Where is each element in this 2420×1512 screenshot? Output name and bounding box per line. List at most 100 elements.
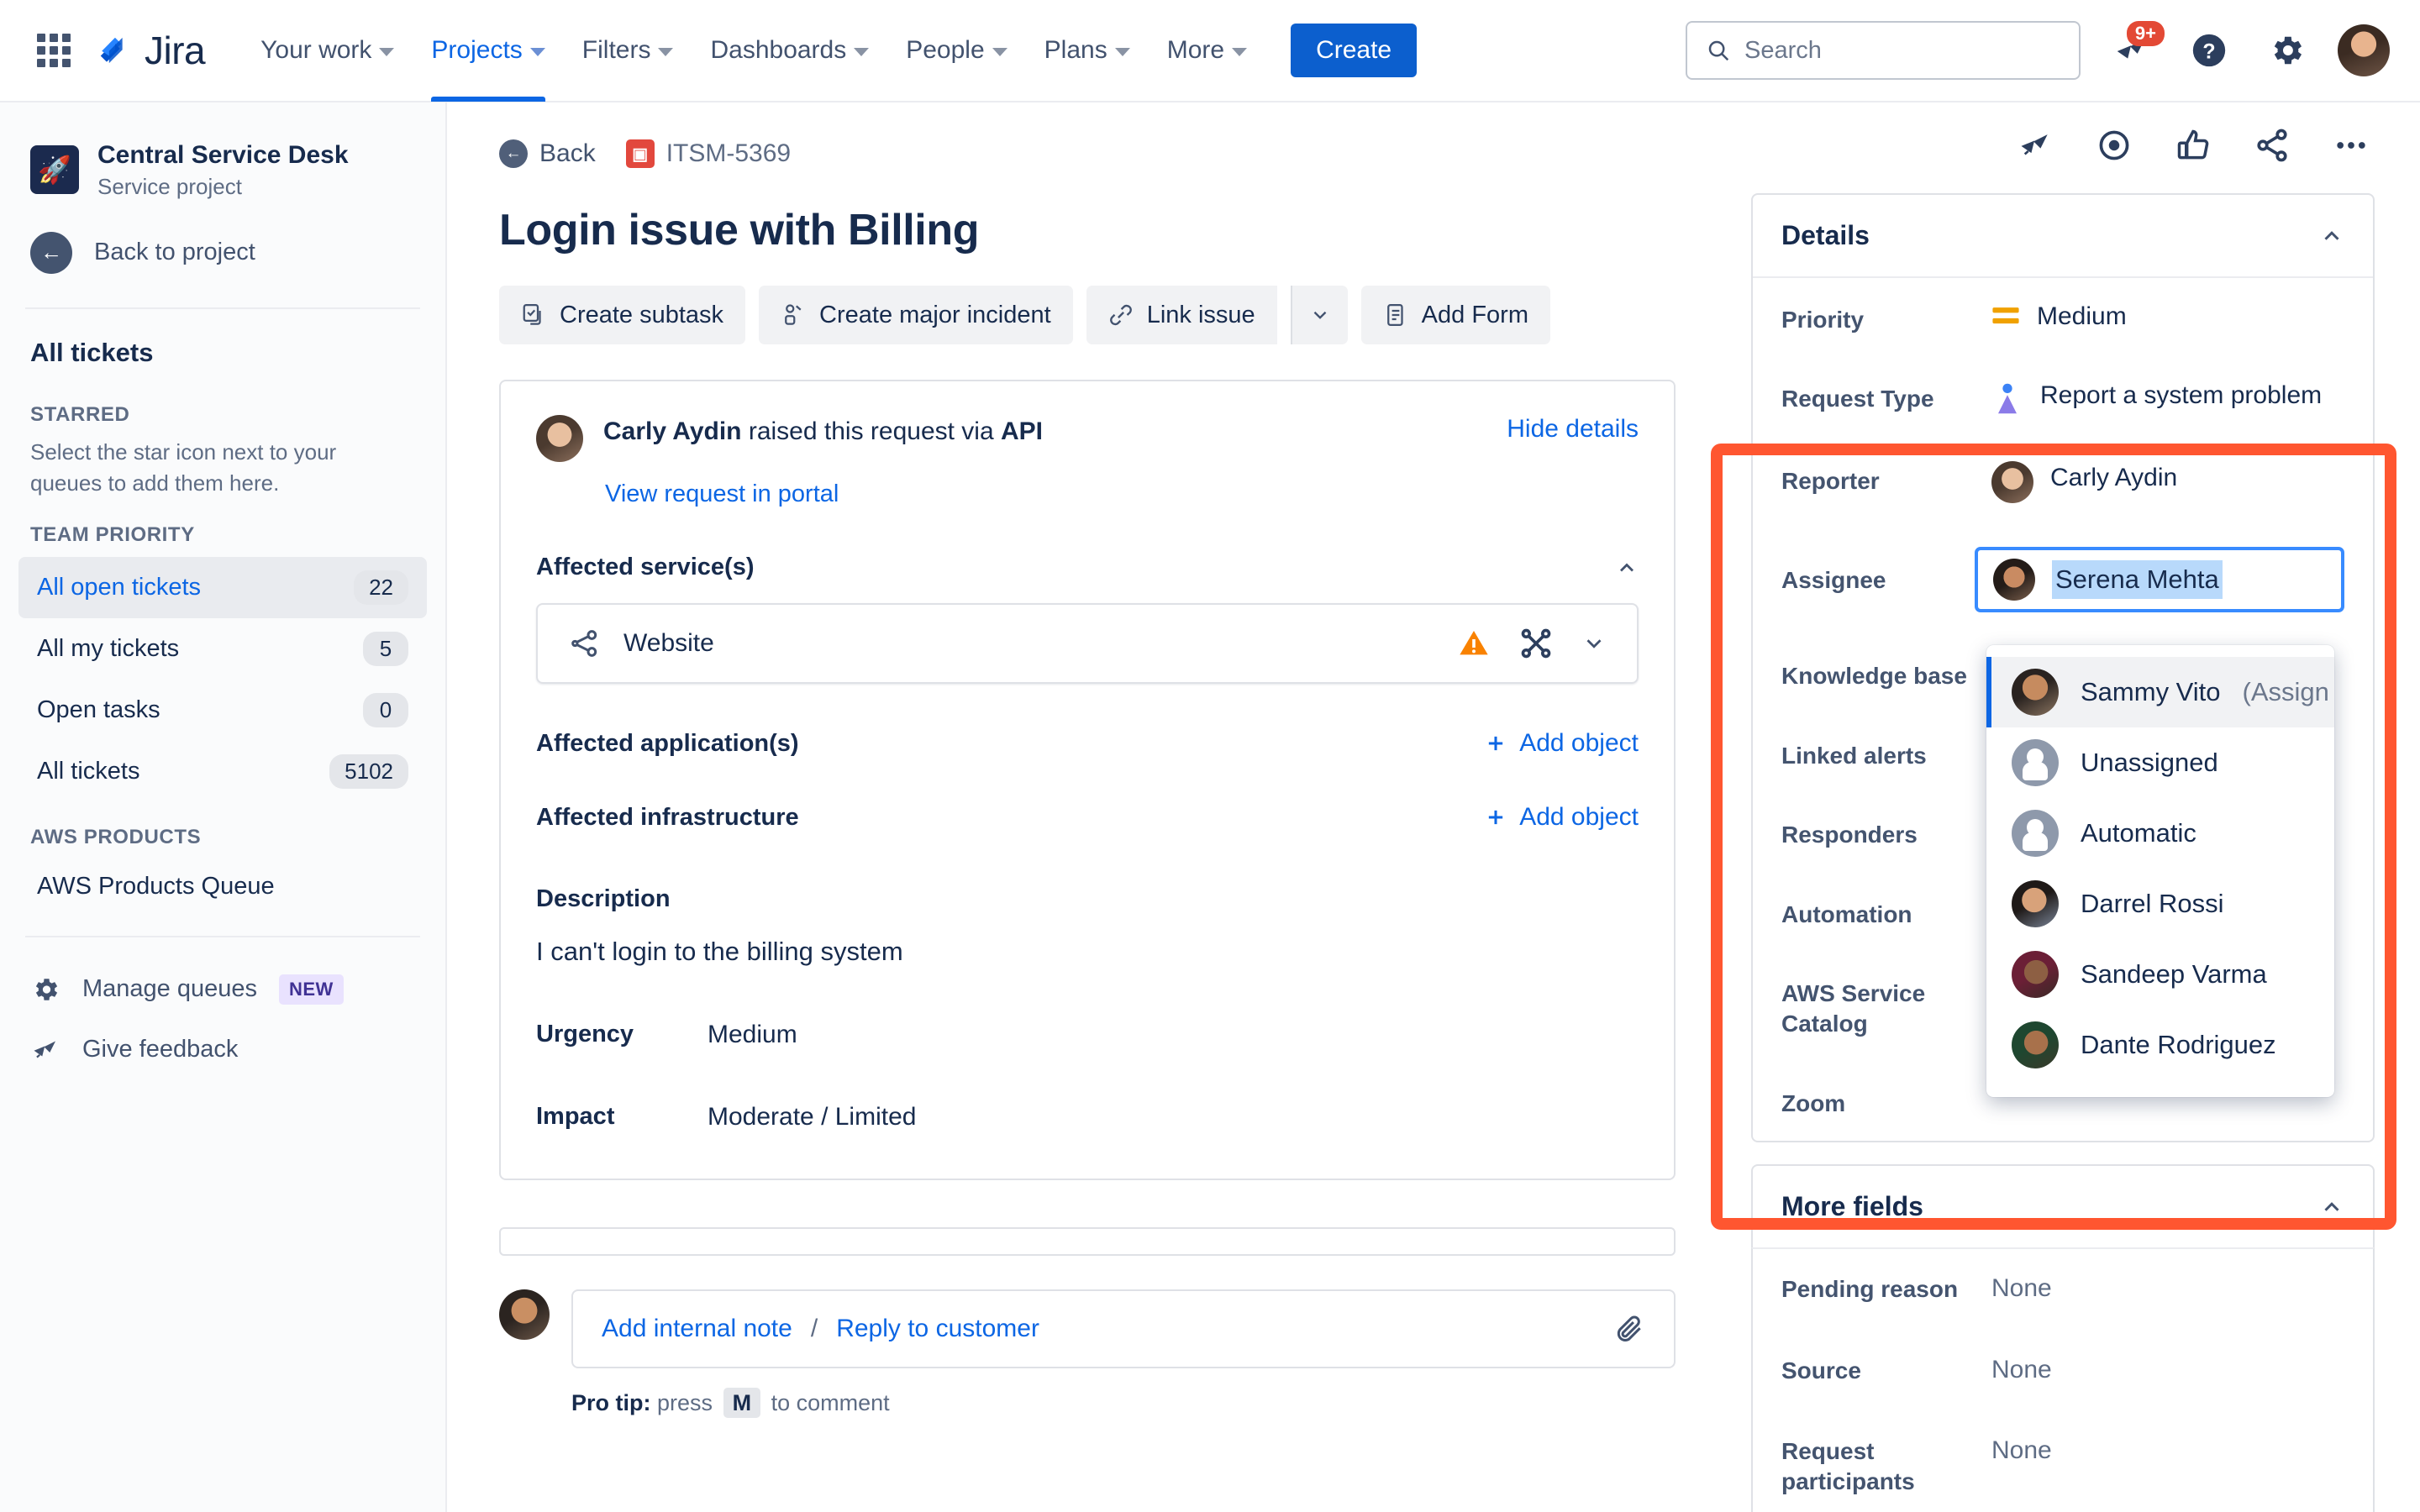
description-text[interactable]: I can't login to the billing system xyxy=(536,937,1639,967)
reporter-name: Carly Aydin xyxy=(603,417,742,445)
sidebar-all-tickets-header[interactable]: All tickets xyxy=(0,309,445,380)
jira-logo[interactable]: Jira xyxy=(96,28,206,73)
field-label-reporter: Reporter xyxy=(1781,468,1880,495)
add-form-button[interactable]: Add Form xyxy=(1360,286,1550,344)
sidebar-item-aws-products-queue[interactable]: AWS Products Queue xyxy=(18,859,427,914)
project-header[interactable]: 🚀 Central Service Desk Service project xyxy=(0,102,445,218)
link-issue-button[interactable]: Link issue xyxy=(1086,286,1277,344)
field-label-zoom: Zoom xyxy=(1781,1089,1846,1116)
incident-type-icon: ▣ xyxy=(625,139,655,168)
jira-service-desk-page: Jira Your work Projects Filters Dashboar… xyxy=(0,0,2420,1512)
hide-details-link[interactable]: Hide details xyxy=(1507,415,1639,444)
field-label-assignee: Assignee xyxy=(1781,567,1886,594)
add-internal-note-link[interactable]: Add internal note xyxy=(602,1315,792,1343)
details-panel-header[interactable]: Details xyxy=(1753,195,2373,278)
dropdown-option-darrel-rossi[interactable]: Darrel Rossi xyxy=(1986,869,2334,939)
chevron-up-icon[interactable] xyxy=(1615,556,1639,580)
left-sidebar: 🚀 Central Service Desk Service project ←… xyxy=(0,102,447,1512)
sidebar-item-give-feedback[interactable]: Give feedback xyxy=(0,1020,445,1080)
dropdown-option-automatic[interactable]: Automatic xyxy=(1986,798,2334,869)
help-button[interactable]: ? xyxy=(2183,24,2235,76)
field-value-request-participants[interactable]: None xyxy=(1991,1436,2052,1465)
field-label-source: Source xyxy=(1781,1357,1861,1383)
comment-composer-box[interactable]: Add internal note / Reply to customer xyxy=(571,1289,1676,1368)
nav-item-projects[interactable]: Projects xyxy=(413,0,563,102)
field-value-request-type[interactable]: Report a system problem xyxy=(1991,379,2344,417)
field-value-reporter[interactable]: Carly Aydin xyxy=(1991,461,2344,504)
sidebar-item-manage-queues[interactable]: Manage queues NEW xyxy=(0,959,445,1020)
sidebar-item-all-tickets[interactable]: All tickets 5102 xyxy=(18,741,427,802)
view-request-in-portal-link[interactable]: View request in portal xyxy=(605,480,1639,508)
reporter-value-text: Carly Aydin xyxy=(2050,464,2178,492)
back-to-project-label: Back to project xyxy=(94,239,255,265)
chevron-down-icon xyxy=(1309,304,1331,326)
nav-item-dashboards[interactable]: Dashboards xyxy=(692,0,887,102)
user-avatar[interactable] xyxy=(2338,24,2390,76)
assignee-select-input[interactable]: Serena Mehta xyxy=(1975,547,2344,613)
affected-applications-label: Affected application(s) xyxy=(536,729,799,757)
create-major-incident-button[interactable]: Create major incident xyxy=(759,286,1073,344)
more-fields-row-request-participants: Request participants None xyxy=(1753,1411,2373,1512)
more-fields-header[interactable]: More fields xyxy=(1751,1164,2375,1248)
impact-label: Impact xyxy=(536,1103,615,1130)
notifications-button[interactable]: 9+ xyxy=(2106,21,2165,76)
add-object-button-applications[interactable]: Add object xyxy=(1484,729,1639,758)
create-button[interactable]: Create xyxy=(1291,24,1418,77)
field-value-source[interactable]: None xyxy=(1991,1356,2052,1384)
urgency-value[interactable]: Medium xyxy=(708,1021,797,1049)
watch-eye-icon[interactable] xyxy=(2096,127,2133,164)
megaphone-icon xyxy=(30,1035,60,1065)
sidebar-item-all-my-tickets[interactable]: All my tickets 5 xyxy=(18,618,427,680)
create-subtask-button[interactable]: Create subtask xyxy=(499,286,746,344)
chevron-up-icon[interactable] xyxy=(2319,223,2344,249)
chevron-down-icon[interactable] xyxy=(1581,631,1607,656)
nav-item-your-work[interactable]: Your work xyxy=(242,0,413,102)
share-icon[interactable] xyxy=(2254,127,2291,164)
field-label-request-type: Request Type xyxy=(1781,386,1934,412)
dropdown-option-sammy-vito[interactable]: Sammy Vito (Assign to xyxy=(1986,657,2334,727)
issue-key-link[interactable]: ▣ ITSM-5369 xyxy=(625,139,791,168)
settings-gear-icon[interactable] xyxy=(2260,24,2312,76)
link-issue-dropdown-button[interactable] xyxy=(1290,286,1348,344)
button-label: Add Form xyxy=(1421,301,1528,328)
dropdown-option-dante-rodriguez[interactable]: Dante Rodriguez xyxy=(1986,1010,2334,1080)
chevron-up-icon[interactable] xyxy=(2319,1194,2344,1220)
nav-item-plans[interactable]: Plans xyxy=(1026,0,1149,102)
affected-service-item[interactable]: Website xyxy=(536,603,1639,684)
sidebar-item-open-tasks[interactable]: Open tasks 0 xyxy=(18,680,427,741)
sidebar-item-all-open-tickets[interactable]: All open tickets 22 xyxy=(18,556,427,618)
generic-person-icon xyxy=(2012,739,2059,786)
add-object-button-infrastructure[interactable]: Add object xyxy=(1484,803,1639,832)
field-value-priority[interactable]: Medium xyxy=(1991,300,2344,334)
back-to-project-link[interactable]: ← Back to project xyxy=(0,218,445,287)
field-value-pending-reason[interactable]: None xyxy=(1991,1274,2052,1303)
raised-middle-text: raised this request via xyxy=(741,417,1001,445)
topology-icon[interactable] xyxy=(1519,627,1553,660)
chevron-down-icon xyxy=(992,48,1007,56)
nav-item-filters[interactable]: Filters xyxy=(564,0,692,102)
back-button[interactable]: ← Back xyxy=(499,139,596,168)
thumbs-up-icon[interactable] xyxy=(2175,127,2212,164)
nav-item-people[interactable]: People xyxy=(887,0,1025,102)
option-label: Unassigned xyxy=(2081,748,2218,777)
sidebar-section-starred: STARRED xyxy=(30,402,130,426)
nav-item-label: Filters xyxy=(581,36,651,64)
app-switcher-icon[interactable] xyxy=(30,27,77,74)
impact-value[interactable]: Moderate / Limited xyxy=(708,1103,916,1131)
attachment-icon[interactable] xyxy=(1613,1313,1645,1345)
pro-tip-suffix: to comment xyxy=(771,1390,890,1415)
search-input[interactable]: Search xyxy=(1686,21,2081,80)
dropdown-option-sandeep-varma[interactable]: Sandeep Varma xyxy=(1986,939,2334,1010)
give-feedback-label: Give feedback xyxy=(82,1036,239,1063)
nav-item-more[interactable]: More xyxy=(1149,0,1265,102)
more-fields-body: Pending reason None Source None Request … xyxy=(1751,1247,2375,1512)
jira-mark-icon xyxy=(96,31,134,70)
reply-to-customer-link[interactable]: Reply to customer xyxy=(836,1315,1039,1343)
more-actions-icon[interactable] xyxy=(2333,127,2370,164)
details-row-reporter: Reporter Carly Aydin xyxy=(1753,439,2373,525)
affected-applications-header: Affected application(s) Add object xyxy=(536,729,1639,758)
warning-icon[interactable] xyxy=(1457,627,1491,660)
queue-label: All tickets xyxy=(37,757,140,785)
dropdown-option-unassigned[interactable]: Unassigned xyxy=(1986,727,2334,798)
megaphone-icon[interactable] xyxy=(2017,127,2054,164)
